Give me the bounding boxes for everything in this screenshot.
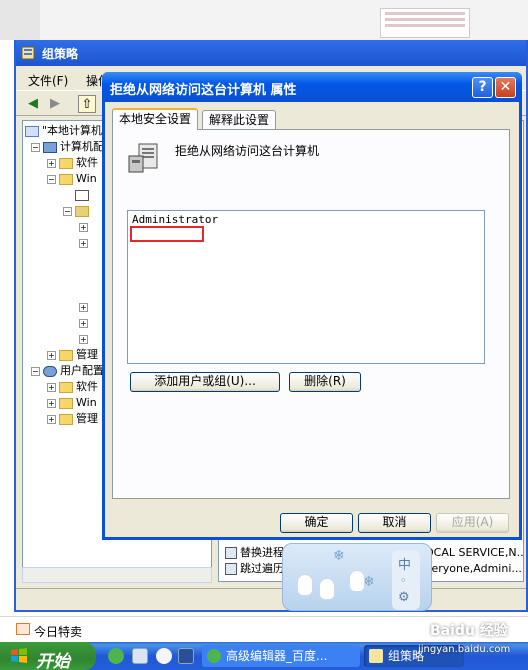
computer-icon	[43, 141, 57, 153]
snowman-icon	[319, 578, 335, 600]
security-icon	[75, 205, 89, 217]
today-deals-link[interactable]: 今日特卖	[34, 623, 82, 640]
collapse-icon[interactable]: −	[31, 142, 40, 152]
expand-icon[interactable]: +	[79, 302, 88, 312]
expand-icon[interactable]: +	[79, 318, 88, 328]
quick-launch-icon[interactable]	[178, 648, 194, 664]
tree-item-user-windows[interactable]: + Win	[47, 395, 97, 411]
policy-value: OCAL SERVICE,N...	[425, 546, 524, 559]
qq-icon[interactable]	[156, 648, 172, 664]
expand-icon[interactable]: +	[47, 158, 56, 168]
tree-item-software-settings[interactable]: + 软件	[47, 155, 98, 171]
user-list-item[interactable]: Administrator	[132, 213, 218, 226]
start-label: 开始	[36, 652, 70, 670]
tree-item-security-settings[interactable]: −	[63, 203, 92, 219]
apply-button: 应用(A)	[436, 513, 509, 533]
forward-icon[interactable]: ▶	[46, 95, 64, 113]
tree-item-user-config[interactable]: − 用户配置	[31, 363, 104, 379]
folder-icon	[59, 381, 73, 393]
tree-item-windows-settings[interactable]: − Win	[47, 171, 97, 187]
help-button[interactable]: ?	[472, 77, 493, 98]
browser-icon[interactable]	[108, 648, 124, 664]
folder-icon	[59, 173, 73, 185]
folder-icon	[59, 413, 73, 425]
add-user-button[interactable]: 添加用户或组(U)...	[130, 372, 280, 392]
remove-button[interactable]: 删除(R)	[289, 372, 361, 392]
snowflake-icon: ❄	[333, 548, 345, 564]
tree-item-child[interactable]: +	[79, 235, 91, 251]
policy-row[interactable]: 替换进程	[225, 545, 284, 561]
script-icon	[75, 189, 89, 201]
expand-icon[interactable]: +	[47, 350, 56, 360]
folder-icon	[59, 397, 73, 409]
menu-file[interactable]: 文件(F)	[28, 72, 68, 89]
folder-icon	[59, 157, 73, 169]
highlight-box	[130, 226, 204, 242]
tree-item-child[interactable]: +	[79, 219, 91, 235]
group-policy-icon	[369, 649, 383, 663]
policy-name: 拒绝从网络访问这台计算机	[175, 144, 320, 158]
expand-icon[interactable]: +	[79, 334, 88, 344]
collapse-icon[interactable]: −	[63, 206, 72, 216]
dialog-title: 拒绝从网络访问这台计算机 属性	[110, 83, 297, 98]
tree-item-computer-config[interactable]: − 计算机配	[31, 139, 104, 155]
security-policy-icon	[128, 143, 158, 173]
policy-icon	[225, 563, 237, 575]
tree-item-admin-templates[interactable]: + 管理	[47, 347, 98, 363]
tree-item-user-admin[interactable]: + 管理	[47, 411, 98, 427]
back-icon[interactable]: ◀	[24, 95, 42, 113]
cancel-button[interactable]: 取消	[358, 513, 431, 533]
snowman-icon	[297, 574, 313, 596]
chinese-input-icon[interactable]: 中	[398, 554, 411, 573]
taskbar-item-editor[interactable]: 高级编辑器_百度...	[202, 645, 360, 667]
expand-icon[interactable]: +	[79, 222, 88, 232]
watermark-text: Baidu 经验	[430, 623, 508, 639]
gp-titlebar[interactable]: 组策略	[16, 40, 526, 66]
tree-item-child[interactable]: +	[79, 315, 91, 331]
tab-local-security-setting[interactable]: 本地安全设置	[112, 108, 199, 130]
close-button[interactable]: ✕	[495, 77, 516, 98]
expand-icon[interactable]: +	[79, 238, 88, 248]
tab-panel: 拒绝从网络访问这台计算机 Administrator 添加用户或组(U)... …	[112, 129, 510, 499]
browser-icon	[207, 649, 221, 663]
tree-item-user-software[interactable]: + 软件	[47, 379, 98, 395]
show-desktop-icon[interactable]	[132, 648, 148, 664]
tree-horizontal-scrollbar[interactable]	[22, 567, 212, 583]
properties-dialog: 拒绝从网络访问这台计算机 属性 ? ✕ 本地安全设置 解释此设置 拒绝从网络访问…	[102, 72, 522, 540]
watermark-url: jingyan.baidu.com	[418, 644, 511, 655]
background-panel	[0, 0, 40, 40]
tree-item-local-computer[interactable]: "本地计算机	[25, 123, 102, 139]
background-thumbnail	[380, 8, 470, 38]
tree-item-scripts[interactable]	[75, 187, 92, 203]
snowman-icon	[349, 570, 365, 592]
ok-button[interactable]: 确定	[280, 513, 353, 533]
gift-icon	[16, 623, 30, 635]
windows-flag-icon	[11, 648, 27, 663]
group-policy-icon	[21, 46, 35, 60]
user-icon	[43, 365, 57, 377]
user-list[interactable]: Administrator	[127, 210, 485, 364]
gp-window-title: 组策略	[42, 47, 79, 61]
punctuation-icon[interactable]: ◦	[400, 574, 407, 587]
policy-icon	[225, 547, 237, 559]
expand-icon[interactable]: +	[47, 398, 56, 408]
expand-icon[interactable]: +	[47, 382, 56, 392]
policy-row[interactable]: 跳过遍历	[225, 561, 284, 577]
collapse-icon[interactable]: −	[47, 174, 56, 184]
expand-icon[interactable]: +	[47, 414, 56, 424]
tree-item-child[interactable]: +	[79, 331, 91, 347]
collapse-icon[interactable]: −	[31, 366, 40, 376]
dialog-titlebar[interactable]: 拒绝从网络访问这台计算机 属性 ? ✕	[102, 72, 522, 102]
policy-icon	[25, 125, 39, 137]
start-button[interactable]: 开始	[0, 642, 96, 670]
tab-explain[interactable]: 解释此设置	[202, 110, 277, 130]
tree-item-child[interactable]: +	[79, 299, 91, 315]
up-folder-icon[interactable]: ⇧	[78, 95, 96, 113]
policy-value: veryone,Admini...	[425, 562, 522, 575]
folder-icon	[59, 349, 73, 361]
